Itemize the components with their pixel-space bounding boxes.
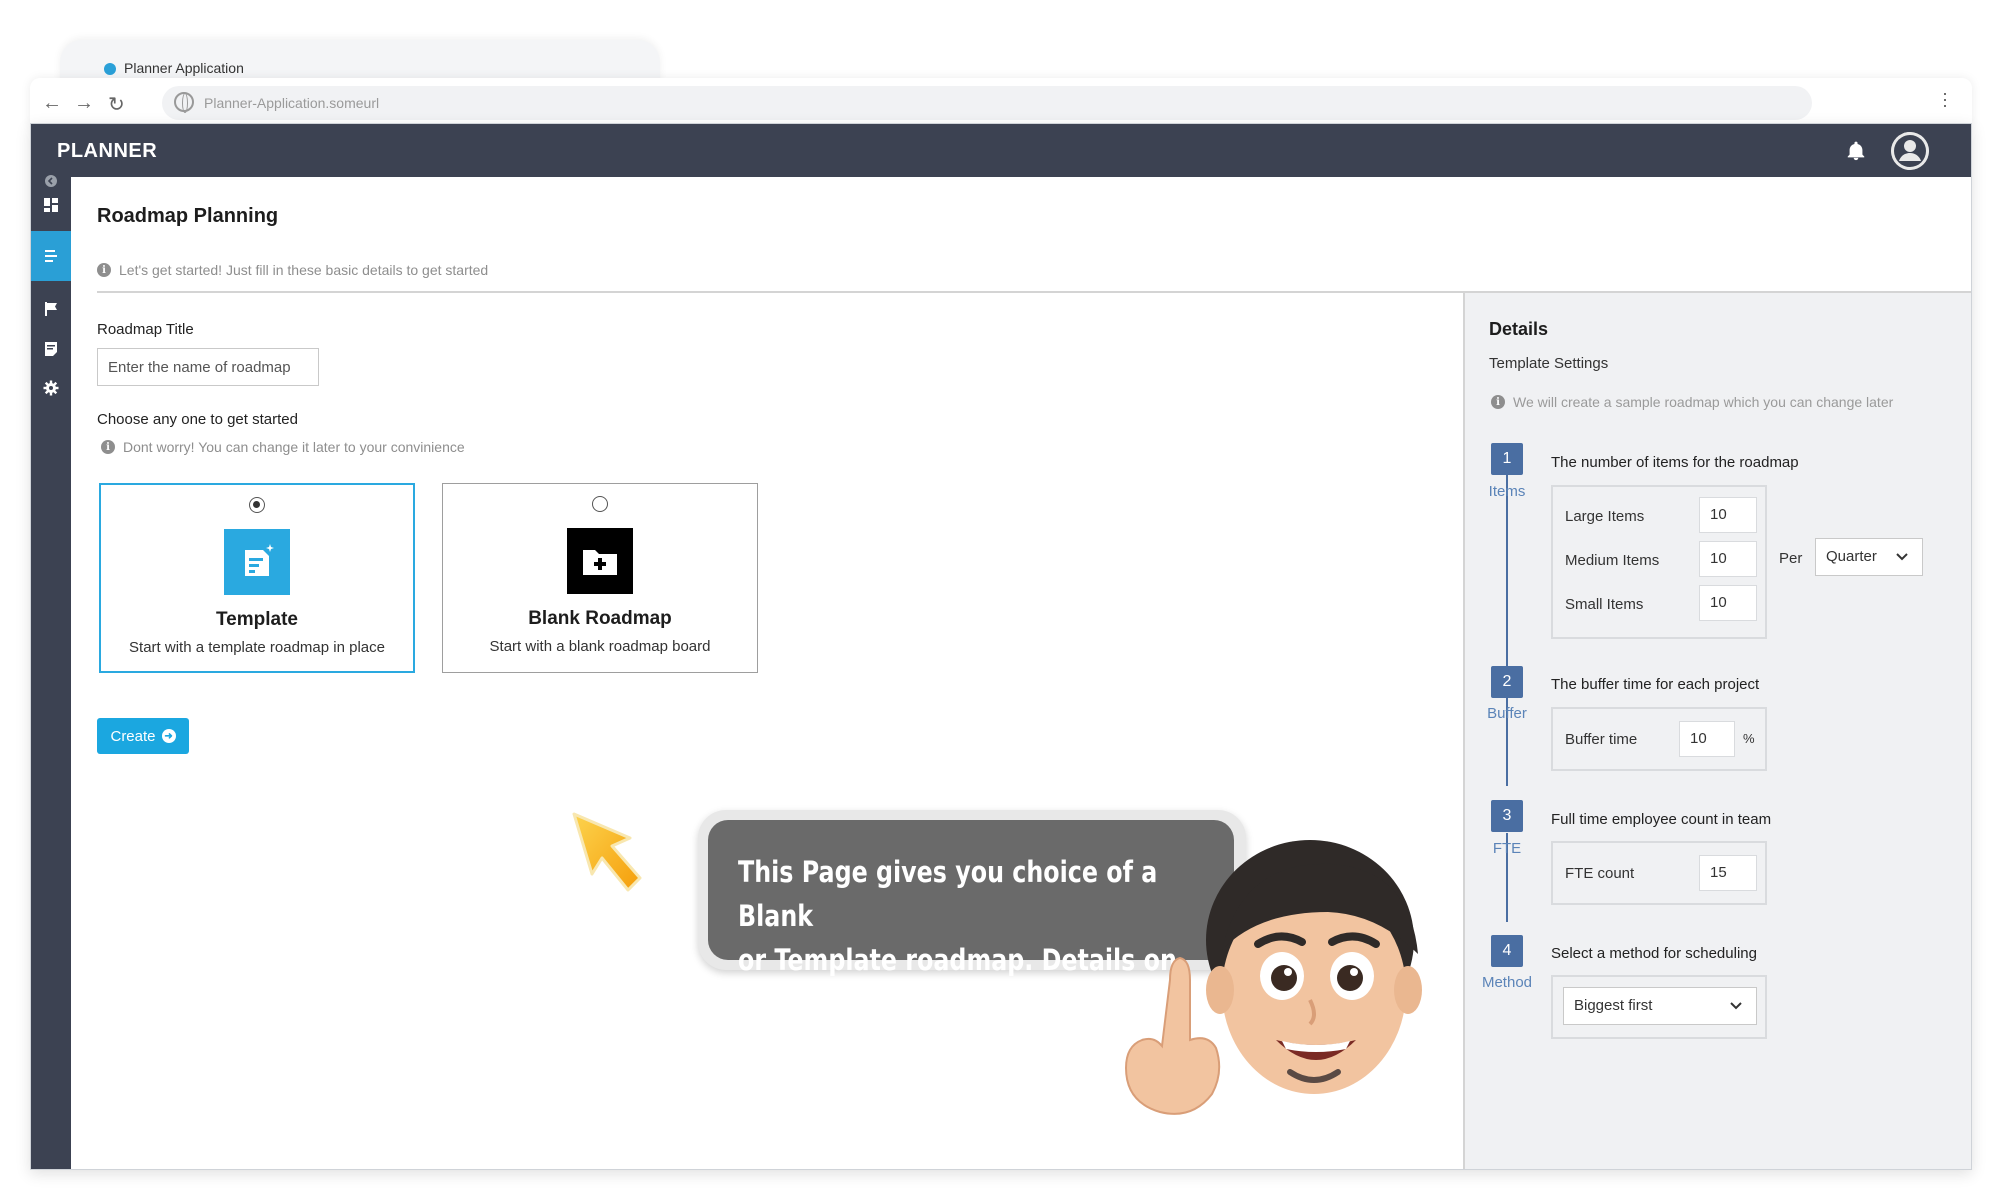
sidebar-item-milestones[interactable] [31,289,71,329]
chevron-down-icon [1730,1002,1742,1010]
small-items-input[interactable]: 10 [1699,585,1757,621]
details-panel: Details Template Settings i We will crea… [1463,293,1971,1169]
step-4-label: Method [1481,974,1533,991]
sidebar-item-notes[interactable] [31,329,71,369]
large-items-input[interactable]: 10 [1699,497,1757,533]
arrow-right-circle-icon: ➜ [161,729,176,743]
chevron-down-icon [1896,553,1908,561]
items-group: Large Items 10 Medium Items 10 Small Ite… [1551,485,1767,639]
info-icon: i [101,440,115,454]
details-hint: i We will create a sample roadmap which … [1491,394,1893,410]
back-arrow-icon[interactable]: ← [42,92,62,115]
step-2-label: Buffer [1487,705,1527,722]
address-bar[interactable]: Planner-Application.someurl [162,86,1812,120]
buffer-time-label: Buffer time [1565,731,1638,748]
roadmap-title-label: Roadmap Title [97,321,194,338]
cursor-arrow-icon [572,812,642,892]
medium-items-label: Medium Items [1565,552,1660,569]
fte-count-label: FTE count [1565,865,1635,882]
step-connector [1506,475,1508,675]
fte-group: FTE count 15 [1551,841,1767,905]
gear-icon [43,380,59,396]
sidebar [31,175,71,1169]
browser-menu-icon[interactable]: · · · [1942,84,1948,114]
buffer-group: Buffer time 10 % [1551,707,1767,771]
template-subtitle: Start with a template roadmap in place [129,639,385,656]
blank-roadmap-radio[interactable] [592,496,608,512]
period-select-value: Quarter [1826,548,1877,565]
step-4-badge: 4 [1491,935,1523,967]
step-4-heading: Select a method for scheduling [1551,945,1757,962]
tab-title: Planner Application [124,60,244,76]
details-title: Details [1489,319,1549,339]
buffer-time-input[interactable]: 10 [1679,721,1735,757]
globe-icon [174,92,194,113]
step-3-heading: Full time employee count in team [1551,811,1772,828]
medium-items-input[interactable]: 10 [1699,541,1757,577]
blank-roadmap-option-card[interactable]: Blank Roadmap Start with a blank roadmap… [442,483,758,673]
roadmap-title-input[interactable] [97,348,319,386]
details-subtitle: Template Settings [1489,355,1609,372]
sidebar-item-dashboard[interactable] [31,185,71,225]
per-label: Per [1779,550,1803,567]
page-hint-text: Let's get started! Just fill in these ba… [119,262,489,278]
list-icon [45,250,57,262]
info-icon: i [1491,395,1505,409]
step-1-badge: 1 [1491,443,1523,475]
large-items-label: Large Items [1565,508,1645,525]
template-title: Template [215,609,298,630]
fte-count-input[interactable]: 15 [1699,855,1757,891]
blank-roadmap-subtitle: Start with a blank roadmap board [489,638,711,655]
method-select-value: Biggest first [1574,997,1653,1014]
sidebar-item-settings[interactable] [31,368,71,408]
details-hint-text: We will create a sample roadmap which yo… [1513,394,1894,410]
period-select[interactable]: Quarter [1815,538,1923,576]
info-icon: i [97,263,111,277]
blank-roadmap-title: Blank Roadmap [528,608,672,629]
page-title: Roadmap Planning [97,205,279,227]
step-1-label: Items [1488,483,1526,500]
notes-icon [45,342,57,356]
forward-arrow-icon[interactable]: → [74,92,94,115]
step-2-heading: The buffer time for each project [1551,676,1760,693]
user-avatar-icon[interactable] [1891,132,1929,170]
app-header: PLANNER [31,124,1971,177]
mascot-avatar-icon [1124,840,1422,1115]
sidebar-item-roadmap[interactable] [31,231,71,281]
buffer-unit: % [1743,731,1755,746]
create-button-label: Create [110,727,156,745]
url-text: Planner-Application.someurl [204,95,380,111]
method-group: Biggest first [1551,975,1767,1039]
dashboard-icon [44,198,58,212]
step-3-badge: 3 [1491,800,1523,832]
choose-label: Choose any one to get started [97,411,298,428]
browser-toolbar: ← → ↻ Planner-Application.someurl · · · [30,78,1972,128]
choose-hint-text: Dont worry! You can change it later to y… [123,439,465,455]
new-folder-icon [567,528,633,594]
step-1-heading: The number of items for the roadmap [1551,454,1799,471]
step-3-label: FTE [1492,840,1522,857]
method-select[interactable]: Biggest first [1563,987,1757,1025]
choose-hint: i Dont worry! You can change it later to… [101,439,465,455]
reload-icon[interactable]: ↻ [108,92,125,117]
bell-icon[interactable] [1845,140,1867,162]
template-option-card[interactable]: Template Start with a template roadmap i… [99,483,415,673]
template-icon [224,529,290,595]
tab-favicon-icon [104,63,116,75]
flag-icon [45,302,57,316]
page-hint: i Let's get started! Just fill in these … [97,262,488,278]
step-2-badge: 2 [1491,666,1523,698]
small-items-label: Small Items [1565,596,1644,613]
template-radio[interactable] [249,497,265,513]
app-brand: PLANNER [57,140,158,162]
create-button[interactable]: Create ➜ [97,718,189,754]
